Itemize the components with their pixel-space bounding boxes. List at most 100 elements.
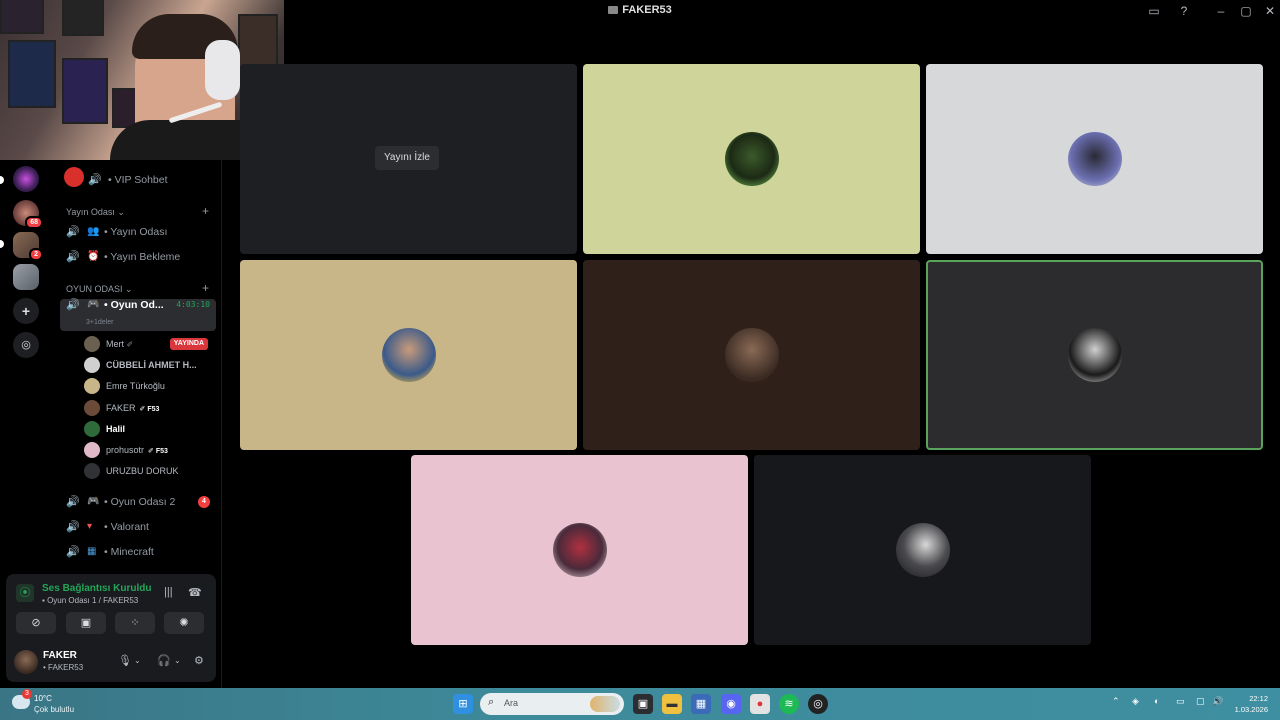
video-tile-speaking[interactable] [926, 260, 1263, 450]
speaker-icon: 🔊 [66, 546, 80, 558]
voice-member[interactable]: Emre Türkoğlu [84, 376, 214, 396]
chevron-down-icon[interactable]: ⌄ [134, 656, 141, 665]
video-tile[interactable] [411, 455, 748, 645]
camera-off-button[interactable]: ⊘ [16, 612, 56, 634]
maximize-icon[interactable]: ▢ [1238, 3, 1254, 19]
server-icon[interactable] [13, 166, 39, 192]
taskbar-search[interactable]: ⌕ Ara [480, 693, 624, 715]
noise-suppression-icon[interactable]: ||| [164, 586, 173, 598]
discord-icon[interactable]: ◉ [721, 694, 741, 714]
voice-member[interactable]: URUZBU DORUK [84, 461, 214, 481]
video-tile[interactable] [926, 64, 1263, 254]
speaker-icon: 🔊 [66, 251, 80, 263]
search-highlight-image [590, 696, 620, 712]
speaker-icon: 🔊 [66, 299, 80, 311]
alarm-icon: ⏰ [87, 251, 100, 262]
discover-icon[interactable]: ◎ [13, 332, 39, 358]
live-badge: YAYINDA [169, 338, 208, 350]
user-name[interactable]: FAKER [43, 650, 77, 661]
video-tile-stream[interactable]: Yayını İzle [240, 64, 577, 254]
screen-share-button[interactable]: ▣ [66, 612, 106, 634]
voice-location[interactable]: ▪ Oyun Odası 1 / FAKER53 [42, 596, 138, 605]
add-server-button[interactable]: + [13, 298, 39, 324]
disconnect-icon[interactable]: ☎ [188, 586, 202, 599]
user-status: • FAKER53 [43, 663, 84, 672]
chevron-down-icon[interactable]: ⌄ [174, 656, 181, 665]
channel-vip-sohbet[interactable]: 🔊 • VIP Sohbet [60, 167, 216, 191]
category-header[interactable]: Yayın Odası ⌄ [66, 207, 125, 218]
video-tile[interactable] [240, 260, 577, 450]
spotify-icon[interactable]: ≋ [779, 694, 799, 714]
user-avatar [84, 442, 100, 458]
add-channel-icon[interactable]: + [202, 204, 209, 218]
voice-member[interactable]: Halil [84, 419, 214, 439]
server-icon[interactable]: 2 [13, 232, 43, 261]
user-avatar [84, 336, 100, 352]
channel-valorant[interactable]: 🔊 ▾ • Valorant [60, 516, 216, 538]
task-view-icon[interactable]: ▣ [633, 694, 653, 714]
inbox-icon[interactable]: ▭ [1146, 3, 1162, 19]
user-avatar [84, 463, 100, 479]
minecraft-icon: ▦ [87, 546, 97, 557]
headset [205, 40, 240, 100]
speaker-icon: 🔊 [88, 174, 102, 186]
channel-oyun-odasi-2[interactable]: 🔊 🎮 • Oyun Odası 2 4 [60, 491, 216, 513]
voice-member[interactable]: CÜBBELİ AHMET H... [84, 355, 214, 375]
server-icon[interactable] [13, 264, 39, 290]
help-icon[interactable]: ? [1176, 3, 1192, 19]
user-avatar [553, 523, 607, 577]
poster-image [62, 58, 108, 124]
user-avatar[interactable] [14, 650, 38, 674]
weather-temp: 10°C [34, 694, 52, 703]
start-icon[interactable]: ⊞ [453, 694, 473, 714]
signal-icon[interactable]: ⦿ [16, 584, 34, 602]
close-icon[interactable]: ✕ [1262, 3, 1278, 19]
voice-member[interactable]: FAKER ✐ F53 [84, 398, 214, 418]
volume-icon[interactable]: 🔊 [1212, 696, 1223, 707]
channel-yayin-odasi[interactable]: 🔊 👥 • Yayın Odası [60, 221, 216, 243]
channel-minecraft[interactable]: 🔊 ▦ • Minecraft [60, 541, 216, 563]
speaker-icon: 🔊 [66, 521, 80, 533]
channel-oyun-odasi-active[interactable]: 🔊 🎮 • Oyun Od... 4:03:10 3+1deler [60, 299, 216, 331]
headphones-icon[interactable]: 🎧 [157, 654, 171, 667]
user-panel: FAKER • FAKER53 🎙 ⌄ 🎧 ⌄ ⚙ [14, 648, 212, 678]
user-avatar [896, 523, 950, 577]
gear-icon[interactable]: ⚙ [194, 654, 204, 667]
user-avatar [84, 421, 100, 437]
file-explorer-icon[interactable]: ▬ [662, 694, 682, 714]
video-tile[interactable] [583, 260, 920, 450]
speaker-icon: 🔊 [66, 496, 80, 508]
voice-status[interactable]: Ses Bağlantısı Kuruldu [42, 583, 151, 594]
video-tile[interactable] [583, 64, 920, 254]
store-icon[interactable]: ▦ [691, 694, 711, 714]
tray-icon[interactable]: ◈ [1132, 696, 1139, 707]
taskbar-clock[interactable]: 22:12 1.03.2026 [1235, 693, 1268, 715]
display-icon[interactable]: ▢ [1196, 696, 1205, 707]
server-icon[interactable]: 68 [13, 200, 43, 229]
voice-member[interactable]: Mert ✐ YAYINDA [84, 334, 214, 354]
windows-taskbar: 3 10°C Çok bulutlu ⊞ ⌕ Ara ▣ ▬ ▦ ◉ ● ≋ ◎… [0, 688, 1280, 720]
user-avatar [64, 167, 84, 187]
minimize-icon[interactable]: – [1213, 3, 1229, 19]
mention-badge: 2 [29, 248, 43, 261]
obs-icon[interactable]: ◎ [808, 694, 828, 714]
watch-stream-button[interactable]: Yayını İzle [375, 146, 439, 170]
activities-button[interactable]: ⁘ [115, 612, 155, 634]
keyboard-icon[interactable]: ▭ [1176, 696, 1185, 707]
tray-icon[interactable]: ◐ [1154, 696, 1159, 706]
chevron-up-icon[interactable]: ⌃ [1112, 696, 1120, 707]
add-channel-icon[interactable]: + [202, 281, 209, 295]
user-avatar [1068, 132, 1122, 186]
voice-connection-panel: ⦿ Ses Bağlantısı Kuruldu ▪ Oyun Odası 1 … [6, 574, 216, 682]
user-avatar [84, 378, 100, 394]
soundboard-button[interactable]: ✺ [164, 612, 204, 634]
user-avatar [382, 328, 436, 382]
weather-widget[interactable]: 3 10°C Çok bulutlu [12, 689, 92, 716]
channel-yayin-bekleme[interactable]: 🔊 ⏰ • Yayın Bekleme [60, 246, 216, 268]
voice-member[interactable]: prohusotr ✐ F53 [84, 440, 214, 460]
chrome-icon[interactable]: ● [750, 694, 770, 714]
microphone-icon[interactable]: 🎙 [118, 654, 132, 667]
video-tile[interactable] [754, 455, 1091, 645]
user-avatar [84, 357, 100, 373]
poster-image [62, 0, 104, 36]
